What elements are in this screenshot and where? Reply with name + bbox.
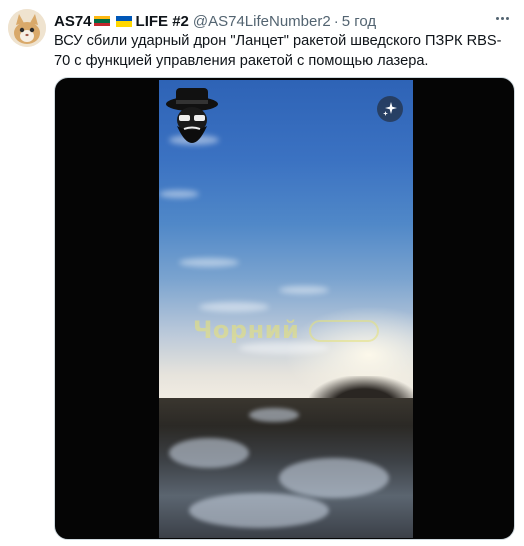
tweet-text: ВСУ сбили ударный дрон "Ланцет" ракетой …	[54, 33, 502, 69]
video-ground	[159, 398, 413, 538]
video-frame: Чорний	[159, 80, 413, 538]
author-handle[interactable]: @AS74LifeNumber2	[193, 13, 331, 30]
tweet-video[interactable]: Чорний	[54, 77, 515, 540]
cloud	[279, 286, 329, 294]
author-display-name[interactable]: AS74	[54, 13, 92, 30]
cloud	[199, 302, 269, 312]
video-watermark-badge	[309, 320, 379, 342]
cloud	[179, 258, 239, 267]
bearded-man-hat-logo	[165, 82, 219, 162]
more-options-button[interactable]	[490, 8, 514, 28]
sparkle-icon	[383, 102, 397, 116]
sparkle-button[interactable]	[377, 96, 403, 122]
author-display-name-suffix[interactable]: LIFE #2	[136, 13, 189, 30]
tweet-timestamp[interactable]: 5 год	[342, 13, 376, 30]
cat-avatar-icon	[8, 9, 46, 47]
cloud	[159, 190, 199, 198]
tweet-card: AS74 LIFE #2 @AS74LifeNumber2 · 5 год ВС…	[0, 0, 524, 546]
tweet-header: AS74 LIFE #2 @AS74LifeNumber2 · 5 год	[54, 11, 376, 31]
video-watermark: Чорний	[193, 316, 300, 344]
separator-dot: ·	[333, 12, 339, 30]
ukraine-flag-icon	[115, 15, 132, 27]
lithuania-flag-icon	[93, 15, 110, 27]
more-options-icon	[495, 16, 509, 20]
author-avatar[interactable]	[8, 9, 46, 47]
